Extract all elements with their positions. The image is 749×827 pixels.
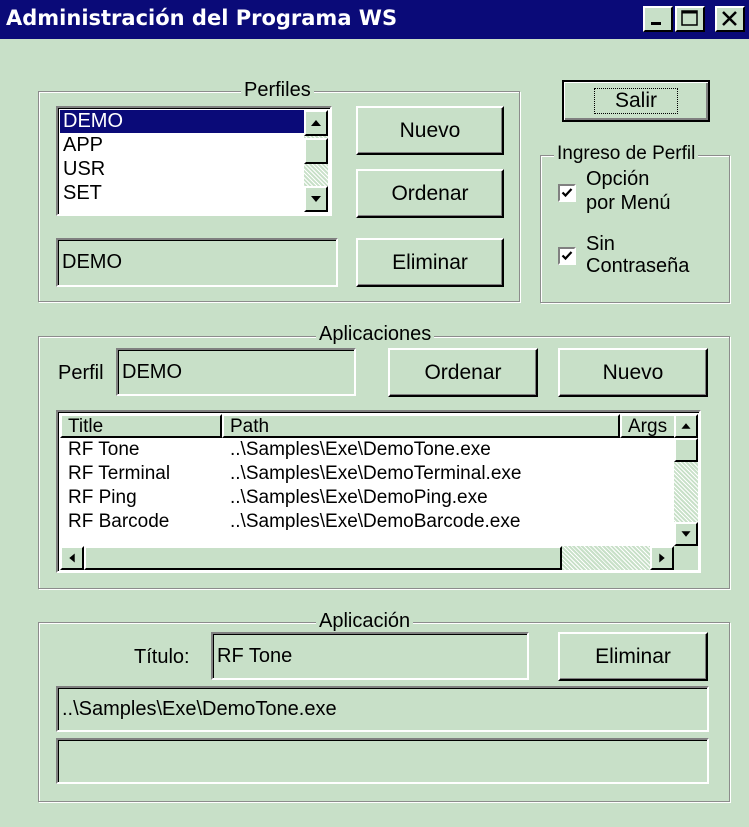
perfiles-eliminar-button[interactable]: Eliminar <box>356 238 504 287</box>
perfiles-listbox[interactable]: DEMO APP USR SET <box>56 106 332 216</box>
scroll-thumb[interactable] <box>304 138 328 164</box>
arrow-right-icon <box>659 553 665 563</box>
opcion-checkbox[interactable] <box>558 184 576 202</box>
minimize-button[interactable] <box>643 6 673 32</box>
close-button[interactable] <box>715 6 745 32</box>
aplicaciones-nuevo-button[interactable]: Nuevo <box>558 348 708 397</box>
checkmark-icon <box>561 251 573 261</box>
list-item[interactable]: USR <box>60 158 304 181</box>
ingreso-legend: Ingreso de Perfil <box>554 143 699 165</box>
main-window: Administración del Programa WS Perfiles … <box>0 0 749 827</box>
aplicaciones-perfil-field: DEMO <box>116 348 356 396</box>
list-item[interactable]: DEMO <box>60 110 304 133</box>
arrow-down-icon <box>311 196 321 202</box>
scroll-thumb[interactable] <box>84 546 562 570</box>
table-cell-title[interactable]: RF Barcode <box>68 510 169 530</box>
table-cell-path[interactable]: ..\Samples\Exe\DemoTerminal.exe <box>230 462 521 486</box>
salir-button[interactable]: Salir <box>562 80 710 122</box>
window-title: Administración del Programa WS <box>6 6 398 30</box>
maximize-button[interactable] <box>675 6 705 32</box>
aplicaciones-ordenar-button[interactable]: Ordenar <box>388 348 538 397</box>
arrow-up-icon <box>311 120 321 126</box>
perfil-label: Perfil <box>58 362 104 384</box>
scroll-left-button[interactable] <box>60 546 84 570</box>
sin-contrasena-checkbox[interactable] <box>558 247 576 265</box>
close-icon <box>722 11 737 26</box>
title-bar[interactable]: Administración del Programa WS <box>0 0 749 39</box>
minimize-icon <box>651 22 661 25</box>
table-cell-title[interactable]: RF Tone <box>68 438 139 462</box>
perfiles-ordenar-button[interactable]: Ordenar <box>356 169 504 218</box>
titulo-field[interactable]: RF Tone <box>211 632 529 680</box>
aplicacion-legend: Aplicación <box>316 610 414 632</box>
perfiles-nuevo-button[interactable]: Nuevo <box>356 106 504 155</box>
applications-listview[interactable]: Title Path Args RF Tone ..\Samples\Exe\D… <box>56 410 701 573</box>
arrow-up-icon <box>681 423 691 429</box>
maximize-icon <box>681 10 698 26</box>
opcion-checkbox-row[interactable]: Opción por Menú <box>554 168 724 218</box>
opcion-label-line2: por Menú <box>586 192 671 214</box>
path-field[interactable]: ..\Samples\Exe\DemoTone.exe <box>56 686 709 732</box>
opcion-label-line1: Opción <box>586 168 650 190</box>
scroll-right-button[interactable] <box>650 546 674 570</box>
scroll-up-button[interactable] <box>674 414 698 438</box>
sin-label-line1: Sin <box>586 233 615 255</box>
table-cell-path[interactable]: ..\Samples\Exe\DemoPing.exe <box>230 486 488 510</box>
aplicacion-eliminar-button[interactable]: Eliminar <box>558 632 708 681</box>
apps-vertical-scrollbar[interactable] <box>674 414 698 546</box>
sin-label-line2: Contraseña <box>586 255 690 277</box>
perfiles-scrollbar[interactable] <box>304 110 328 212</box>
apps-horizontal-scrollbar[interactable] <box>60 546 674 570</box>
checkmark-icon <box>561 188 573 198</box>
salir-label: Salir <box>593 88 678 114</box>
column-header-title[interactable]: Title <box>60 414 222 438</box>
table-cell-title[interactable]: RF Ping <box>68 486 137 510</box>
args-field[interactable] <box>56 738 709 784</box>
scroll-down-button[interactable] <box>304 186 328 212</box>
column-header-args[interactable]: Args <box>620 414 676 438</box>
list-item[interactable]: SET <box>60 182 304 205</box>
column-header-path[interactable]: Path <box>222 414 620 438</box>
perfiles-legend: Perfiles <box>241 79 314 101</box>
arrow-down-icon <box>681 531 691 537</box>
table-cell-title[interactable]: RF Terminal <box>68 462 170 486</box>
perfil-name-field[interactable]: DEMO <box>56 238 338 287</box>
table-cell-path[interactable]: ..\Samples\Exe\DemoTone.exe <box>230 438 491 462</box>
scroll-corner <box>674 546 698 570</box>
scroll-up-button[interactable] <box>304 110 328 136</box>
sin-contrasena-checkbox-row[interactable]: Sin Contraseña <box>554 233 724 283</box>
titulo-label: Título: <box>134 646 190 668</box>
scroll-thumb[interactable] <box>674 438 698 462</box>
scroll-down-button[interactable] <box>674 522 698 546</box>
list-item[interactable]: APP <box>60 134 304 157</box>
arrow-left-icon <box>69 553 75 563</box>
aplicaciones-legend: Aplicaciones <box>316 323 435 345</box>
table-cell-path[interactable]: ..\Samples\Exe\DemoBarcode.exe <box>230 510 520 530</box>
